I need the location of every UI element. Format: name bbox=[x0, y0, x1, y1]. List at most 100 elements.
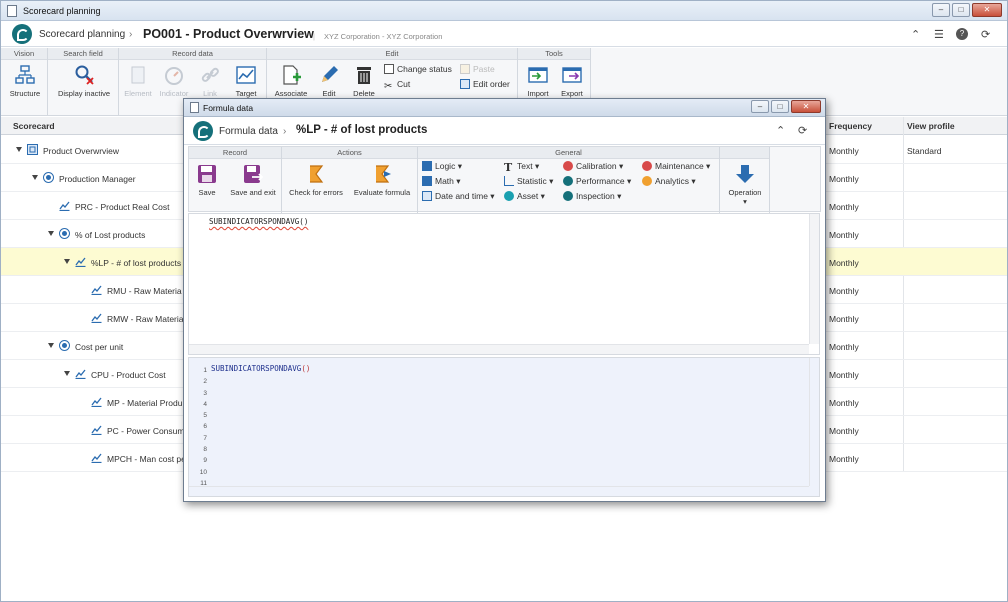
dialog-maximize-button[interactable]: □ bbox=[771, 100, 789, 113]
operation-button[interactable]: Operation ▾ bbox=[724, 163, 766, 206]
save-exit-button[interactable]: Save and exit bbox=[227, 163, 279, 197]
editor-vertical-scrollbar[interactable] bbox=[809, 214, 819, 344]
list-icon[interactable]: ☰ bbox=[934, 28, 944, 41]
asset-label: Asset bbox=[517, 191, 539, 201]
document-icon bbox=[7, 5, 17, 17]
inspection-menu[interactable]: Inspection ▾ bbox=[563, 191, 621, 202]
dialog-minimize-button[interactable]: – bbox=[751, 100, 769, 113]
column-view-profile[interactable]: View profile bbox=[907, 121, 955, 131]
edit-order-icon bbox=[460, 79, 470, 89]
export-button[interactable]: Export bbox=[556, 64, 588, 98]
text-icon: T bbox=[504, 161, 513, 174]
ribbon-group-operation: Operation ▾ bbox=[720, 147, 770, 215]
group-title: Actions bbox=[282, 147, 417, 159]
expand-arrow-icon[interactable] bbox=[64, 259, 70, 264]
edit-order-label: Edit order bbox=[473, 79, 510, 89]
target-button[interactable]: Target bbox=[229, 64, 263, 98]
scissors-icon: ✂ bbox=[384, 81, 393, 92]
column-scorecard[interactable]: Scorecard bbox=[13, 121, 55, 131]
expand-arrow-icon[interactable] bbox=[48, 343, 54, 348]
asset-menu[interactable]: Asset ▾ bbox=[504, 191, 545, 202]
edit-order-button[interactable]: Edit order bbox=[460, 79, 510, 89]
expand-arrow-icon[interactable] bbox=[48, 231, 54, 236]
associate-button[interactable]: Associate bbox=[271, 64, 311, 98]
calibration-menu[interactable]: Calibration ▾ bbox=[563, 161, 623, 172]
collapse-icon[interactable]: ⌃ bbox=[776, 124, 785, 137]
window-titlebar: Scorecard planning – □ ✕ bbox=[1, 1, 1007, 21]
analytics-label: Analytics bbox=[655, 176, 690, 186]
dropdown-arrow-icon: ▾ bbox=[617, 191, 622, 201]
change-status-label: Change status bbox=[397, 64, 452, 74]
cut-button[interactable]: ✂ Cut bbox=[384, 79, 410, 92]
save-exit-icon bbox=[244, 165, 264, 183]
statistic-menu[interactable]: Statistic ▾ bbox=[504, 176, 553, 187]
indicator-chart-icon bbox=[91, 313, 102, 323]
performance-menu[interactable]: Performance ▾ bbox=[563, 176, 631, 187]
preview-function: SUBINDICATORSPONDAVG bbox=[211, 364, 302, 373]
trash-icon bbox=[357, 67, 371, 84]
row-label: Cost per unit bbox=[75, 342, 124, 352]
row-frequency: Monthly bbox=[829, 174, 859, 184]
refresh-icon[interactable]: ⟳ bbox=[981, 28, 990, 41]
expand-arrow-icon[interactable] bbox=[16, 147, 22, 152]
editor-horizontal-scrollbar[interactable] bbox=[189, 344, 809, 354]
header-divider: | bbox=[313, 32, 315, 41]
row-frequency: Monthly bbox=[829, 314, 859, 324]
dropdown-arrow-icon: ▾ bbox=[456, 176, 461, 186]
display-inactive-label: Display inactive bbox=[57, 89, 111, 98]
delete-button[interactable]: Delete bbox=[349, 64, 379, 98]
dialog-close-button[interactable]: ✕ bbox=[791, 100, 821, 113]
math-menu[interactable]: Math ▾ bbox=[422, 176, 461, 187]
analytics-menu[interactable]: Analytics ▾ bbox=[642, 176, 696, 187]
close-button[interactable]: ✕ bbox=[972, 3, 1002, 17]
cut-label: Cut bbox=[397, 79, 411, 89]
check-errors-button[interactable]: Check for errors bbox=[285, 163, 347, 197]
evaluate-formula-button[interactable]: Evaluate formula bbox=[350, 163, 414, 197]
display-inactive-button[interactable]: Display inactive bbox=[54, 64, 114, 98]
page-subtitle: XYZ Corporation - XYZ Corporation bbox=[324, 32, 443, 41]
pencil-icon bbox=[322, 66, 338, 82]
structure-button[interactable]: Structure bbox=[5, 64, 45, 98]
target-chart-icon bbox=[236, 66, 256, 84]
save-icon bbox=[198, 165, 216, 183]
expand-arrow-icon[interactable] bbox=[64, 371, 70, 376]
maximize-button[interactable]: □ bbox=[952, 3, 970, 17]
maintenance-icon bbox=[642, 161, 652, 171]
preview-vertical-scrollbar[interactable] bbox=[809, 358, 819, 486]
paste-button[interactable]: Paste bbox=[460, 64, 495, 74]
row-label: PC - Power Consum bbox=[107, 426, 185, 436]
save-button[interactable]: Save bbox=[192, 163, 222, 197]
formula-text[interactable]: SUBINDICATORSPONDAVG() bbox=[209, 217, 308, 226]
evaluate-formula-label: Evaluate formula bbox=[353, 188, 411, 197]
logic-menu[interactable]: Logic ▾ bbox=[422, 161, 462, 172]
element-button[interactable]: Element bbox=[121, 64, 155, 98]
group-title: Tools bbox=[518, 48, 590, 60]
text-menu[interactable]: T Text ▾ bbox=[504, 161, 539, 173]
formula-preview: 1 2 3 4 5 6 7 8 9 10 11 SUBINDICATORSPON… bbox=[188, 357, 820, 497]
refresh-icon[interactable]: ⟳ bbox=[798, 124, 807, 137]
breadcrumb-app[interactable]: Scorecard planning bbox=[39, 29, 125, 40]
preview-horizontal-scrollbar[interactable] bbox=[189, 486, 809, 496]
import-button[interactable]: Import bbox=[522, 64, 554, 98]
group-title-empty bbox=[720, 147, 769, 159]
link-button[interactable]: Link bbox=[195, 64, 225, 98]
dialog-title: Formula data bbox=[203, 103, 254, 113]
app-logo-icon bbox=[193, 121, 213, 141]
indicator-chart-icon bbox=[75, 257, 86, 267]
dialog-breadcrumb[interactable]: Formula data bbox=[219, 126, 278, 137]
formula-editor[interactable]: SUBINDICATORSPONDAVG() bbox=[188, 213, 820, 355]
minimize-button[interactable]: – bbox=[932, 3, 950, 17]
expand-arrow-icon[interactable] bbox=[32, 175, 38, 180]
import-label: Import bbox=[527, 89, 549, 98]
collapse-icon[interactable]: ⌃ bbox=[911, 28, 920, 41]
help-icon[interactable]: ? bbox=[956, 28, 968, 40]
column-frequency[interactable]: Frequency bbox=[829, 121, 872, 131]
edit-button[interactable]: Edit bbox=[315, 64, 343, 98]
dropdown-arrow-icon: ▾ bbox=[490, 191, 495, 201]
date-time-menu[interactable]: Date and time ▾ bbox=[422, 191, 495, 202]
statistic-icon bbox=[504, 176, 514, 186]
change-status-button[interactable]: Change status bbox=[384, 64, 452, 74]
line-number: 6 bbox=[203, 423, 207, 431]
indicator-button[interactable]: Indicator bbox=[157, 64, 191, 98]
maintenance-menu[interactable]: Maintenance ▾ bbox=[642, 161, 710, 172]
